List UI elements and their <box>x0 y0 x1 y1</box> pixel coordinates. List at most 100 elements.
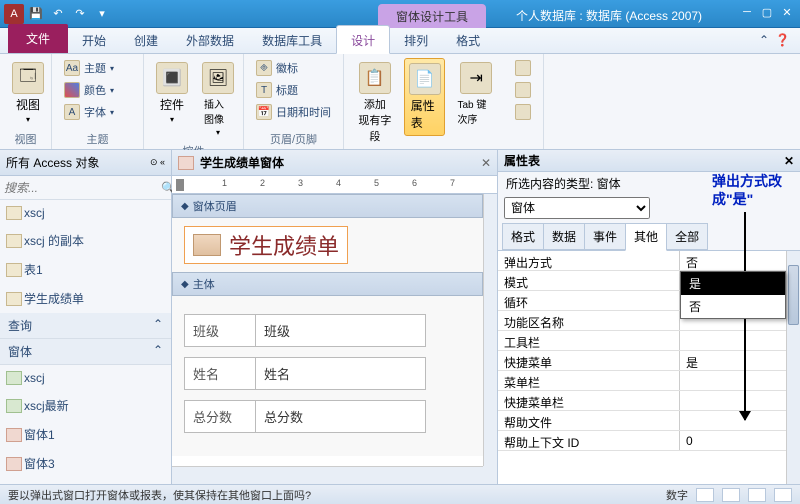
minimize-icon[interactable]: ─ <box>738 4 756 20</box>
tool-convert-button[interactable] <box>511 102 535 122</box>
canvas-tab-header: 学生成绩单窗体 ✕ <box>172 150 497 176</box>
canvas-tab-title: 学生成绩单窗体 <box>200 154 284 171</box>
field-label[interactable]: 姓名 <box>184 357 256 390</box>
tab-design[interactable]: 设计 <box>336 25 390 54</box>
annotation-text: 弹出方式改 成"是" <box>712 172 782 208</box>
logo-button[interactable]: 🞜徽标 <box>252 58 335 78</box>
search-input[interactable] <box>4 181 161 195</box>
controls-button[interactable]: 🔳控件▾ <box>152 58 192 128</box>
nav-item-table[interactable]: xscj <box>0 200 171 226</box>
datetime-button[interactable]: 📅日期和时间 <box>252 102 335 122</box>
ribbon-minimize-icon[interactable]: ⌃ <box>759 33 769 47</box>
qat-more-icon[interactable]: ▾ <box>92 4 112 24</box>
help-icon[interactable]: ❓ <box>775 33 790 47</box>
tab-home[interactable]: 开始 <box>68 26 120 53</box>
tool-code-button[interactable] <box>511 80 535 100</box>
tab-order-button[interactable]: ⇥Tab 键次序 <box>451 58 501 130</box>
close-icon[interactable]: ✕ <box>778 4 796 20</box>
status-message: 要以弹出式窗口打开窗体或报表，使其保持在其他窗口上面吗? <box>8 487 311 503</box>
form-icon <box>178 156 194 170</box>
field-control[interactable]: 总分数 <box>256 400 426 433</box>
nav-section-form[interactable]: 窗体⌃ <box>0 339 171 365</box>
table-icon <box>6 292 22 306</box>
field-label[interactable]: 总分数 <box>184 400 256 433</box>
view-form-icon[interactable] <box>696 488 714 502</box>
object-selector[interactable]: 窗体 <box>504 197 650 219</box>
view-button[interactable]: 🗔 视图 ▾ <box>8 58 48 128</box>
property-scrollbar[interactable] <box>786 251 800 484</box>
property-row[interactable]: 快捷菜单是 <box>498 351 800 371</box>
nav-item-table[interactable]: 表1 <box>0 255 171 284</box>
chevron-down-icon: ⊙ « <box>150 157 165 168</box>
redo-icon[interactable]: ↷ <box>70 4 90 24</box>
nav-item-form[interactable]: 窗体1 <box>0 420 171 449</box>
tab-create[interactable]: 创建 <box>120 26 172 53</box>
nav-item-table[interactable]: 学生成绩单 <box>0 284 171 313</box>
dropdown-option[interactable]: 是 <box>681 272 785 295</box>
proptab-data[interactable]: 数据 <box>543 223 585 250</box>
field-row[interactable]: 姓名 姓名 <box>184 357 471 390</box>
insert-image-button[interactable]: 🖼插入图像▾ <box>198 58 238 141</box>
form-title-control[interactable]: 学生成绩单 <box>184 226 348 264</box>
controls-icon: 🔳 <box>156 62 188 94</box>
close-panel-icon[interactable]: ✕ <box>784 154 794 168</box>
property-row[interactable]: 帮助文件 <box>498 411 800 431</box>
nav-item-form[interactable]: 窗体3 <box>0 449 171 478</box>
tab-database-tools[interactable]: 数据库工具 <box>248 26 336 53</box>
design-surface[interactable]: ◆窗体页眉 学生成绩单 ◆主体 班级 班级 姓名 姓名 总分数 <box>172 194 483 466</box>
nav-section-query[interactable]: 查询⌃ <box>0 313 171 339</box>
property-sheet-button[interactable]: 📄属性表 <box>404 58 446 136</box>
field-row[interactable]: 总分数 总分数 <box>184 400 471 433</box>
property-row[interactable]: 快捷菜单栏 <box>498 391 800 411</box>
property-sheet: 属性表 ✕ 所选内容的类型: 窗体 弹出方式改 成"是" 窗体 格式 数据 事件… <box>498 150 800 484</box>
nav-item-query[interactable]: xscj <box>0 365 171 391</box>
tab-format[interactable]: 格式 <box>442 26 494 53</box>
view-layout-icon[interactable] <box>748 488 766 502</box>
group-label-view: 视图 <box>8 129 43 147</box>
proptab-other[interactable]: 其他 <box>625 223 667 251</box>
proptab-format[interactable]: 格式 <box>502 223 544 250</box>
view-design-icon[interactable] <box>774 488 792 502</box>
vertical-scrollbar[interactable] <box>483 194 497 466</box>
group-label-theme: 主题 <box>60 129 135 147</box>
save-icon[interactable]: 💾 <box>26 4 46 24</box>
form-icon <box>6 428 22 442</box>
themes-button[interactable]: Aa主题▾ <box>60 58 118 78</box>
form-body-section-bar[interactable]: ◆主体 <box>172 272 483 296</box>
tab-external-data[interactable]: 外部数据 <box>172 26 248 53</box>
field-control[interactable]: 姓名 <box>256 357 426 390</box>
field-row[interactable]: 班级 班级 <box>184 314 471 347</box>
tab-file[interactable]: 文件 <box>8 24 68 53</box>
property-row[interactable]: 帮助上下文 ID0 <box>498 431 800 451</box>
restore-icon[interactable]: ▢ <box>758 4 776 20</box>
form-design-canvas: 学生成绩单窗体 ✕ 1234567 ◆窗体页眉 学生成绩单 ◆主体 班级 班级 <box>172 150 498 484</box>
horizontal-scrollbar[interactable] <box>172 466 483 484</box>
field-label[interactable]: 班级 <box>184 314 256 347</box>
dropdown-option[interactable]: 否 <box>681 295 785 318</box>
close-tab-icon[interactable]: ✕ <box>481 156 491 170</box>
navpane-header[interactable]: 所有 Access 对象 ⊙ « <box>0 150 171 176</box>
title-button[interactable]: T标题 <box>252 80 335 100</box>
fonts-button[interactable]: A字体▾ <box>60 102 118 122</box>
proptab-event[interactable]: 事件 <box>584 223 626 250</box>
add-fields-button[interactable]: 📋添加 现有字段 <box>352 58 398 148</box>
property-row[interactable]: 菜单栏 <box>498 371 800 391</box>
title-icon: T <box>256 82 272 98</box>
form-icon <box>6 457 22 471</box>
property-row[interactable]: 弹出方式否 <box>498 251 800 271</box>
ribbon: 🗔 视图 ▾ 视图 Aa主题▾ 颜色▾ A字体▾ 主题 🔳控件▾ 🖼插入图像▾ … <box>0 54 800 150</box>
property-row[interactable]: 工具栏 <box>498 331 800 351</box>
proptab-all[interactable]: 全部 <box>666 223 708 250</box>
datetime-icon: 📅 <box>256 104 272 120</box>
field-control[interactable]: 班级 <box>256 314 426 347</box>
form-header-section-bar[interactable]: ◆窗体页眉 <box>172 194 483 218</box>
app-icon[interactable]: A <box>4 4 24 24</box>
colors-button[interactable]: 颜色▾ <box>60 80 118 100</box>
tab-arrange[interactable]: 排列 <box>390 26 442 53</box>
view-datasheet-icon[interactable] <box>722 488 740 502</box>
property-list: 弹出方式否 是 否 ↖ 模式 循环 功能区名称 工具栏 快捷菜单是 菜单栏 快捷… <box>498 251 800 484</box>
undo-icon[interactable]: ↶ <box>48 4 68 24</box>
tool-subform-button[interactable] <box>511 58 535 78</box>
nav-item-query[interactable]: xscj最新 <box>0 391 171 420</box>
nav-item-table[interactable]: xscj 的副本 <box>0 226 171 255</box>
